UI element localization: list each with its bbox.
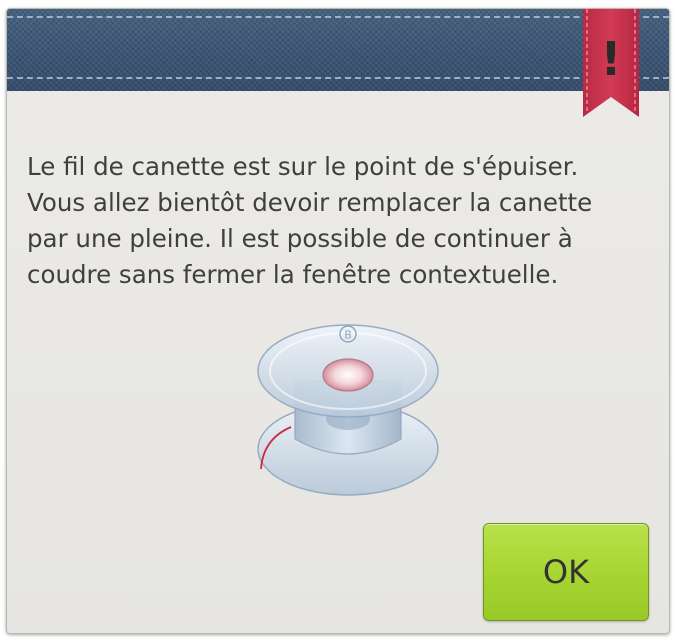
warning-symbol: ! (601, 32, 622, 86)
dialog-message: Le fil de canette est sur le point de s'… (27, 152, 593, 289)
warning-ribbon-icon: ! (583, 9, 639, 117)
ok-button[interactable]: OK (483, 523, 649, 621)
dialog-header (7, 9, 669, 91)
header-stitch-bottom (7, 77, 669, 79)
svg-text:B: B (344, 329, 352, 342)
header-stitch-top (7, 16, 669, 18)
bobbin-low-dialog: ! Le fil de canette est sur le point de … (6, 8, 670, 634)
bobbin-icon: B (257, 324, 439, 496)
